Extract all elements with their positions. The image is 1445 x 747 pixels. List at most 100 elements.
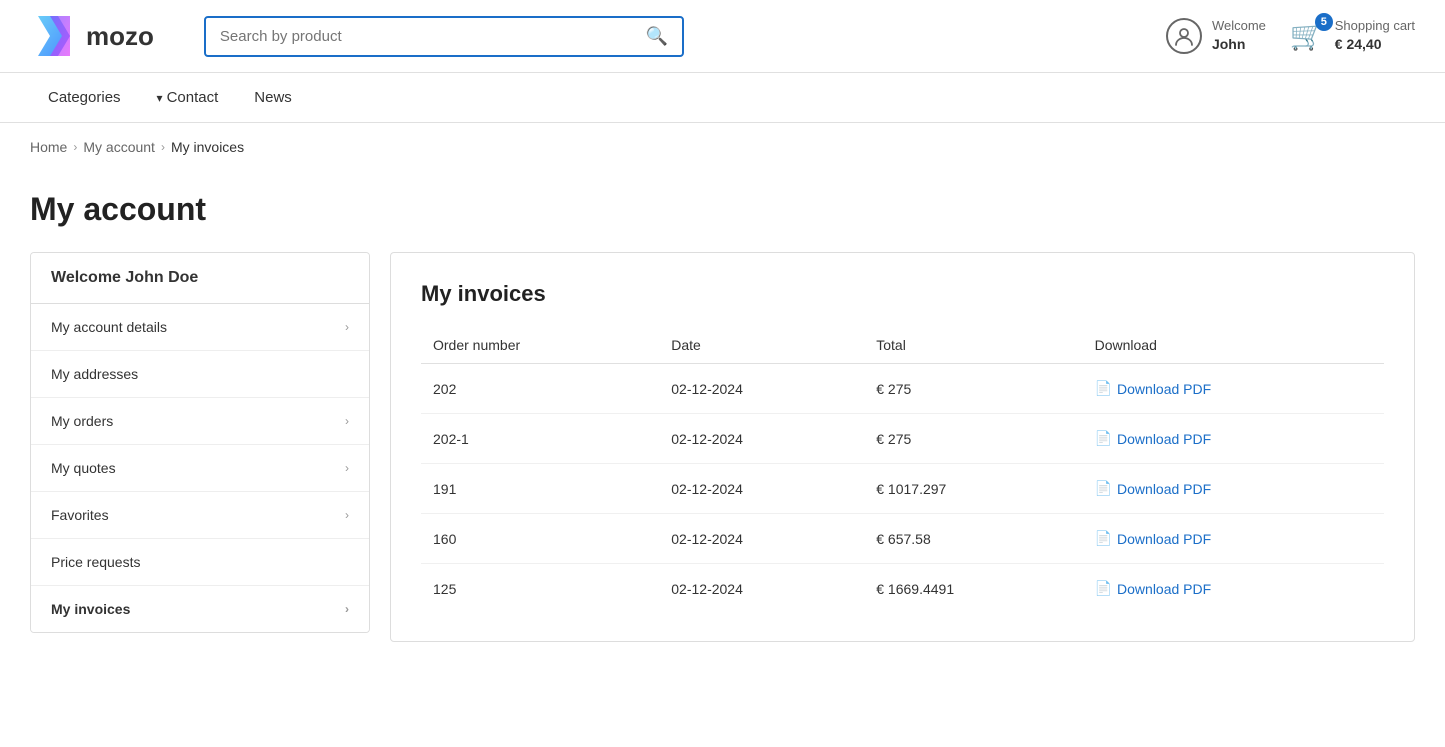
cell-download: 📄 Download PDF <box>1083 364 1384 414</box>
cart-badge: 5 <box>1315 13 1333 31</box>
header-right: Welcome John 🛒 5 Shopping cart € 24,40 <box>1166 18 1415 54</box>
chevron-right-icon: › <box>345 414 349 428</box>
col-date: Date <box>659 327 864 364</box>
cell-download: 📄 Download PDF <box>1083 414 1384 464</box>
cart-label: Shopping cart <box>1335 18 1415 35</box>
chevron-right-icon: › <box>345 508 349 522</box>
cell-download: 📄 Download PDF <box>1083 564 1384 614</box>
cell-order-number: 160 <box>421 514 659 564</box>
nav-item-contact[interactable]: ▾ Contact <box>139 73 237 122</box>
nav-item-news[interactable]: News <box>236 73 310 122</box>
cell-order-number: 202-1 <box>421 414 659 464</box>
cart-area[interactable]: 🛒 5 Shopping cart € 24,40 <box>1290 18 1415 53</box>
sidebar-item-quotes[interactable]: My quotes › <box>31 445 369 492</box>
nav-categories-label: Categories <box>48 89 121 106</box>
download-label: Download PDF <box>1117 481 1211 497</box>
chevron-right-icon: › <box>345 320 349 334</box>
sidebar-item-orders[interactable]: My orders › <box>31 398 369 445</box>
chevron-right-icon: › <box>345 461 349 475</box>
col-total: Total <box>864 327 1082 364</box>
breadcrumb-sep-2: › <box>161 140 165 154</box>
sidebar-item-label: My addresses <box>51 366 138 382</box>
user-text: Welcome John <box>1212 18 1266 53</box>
breadcrumb-sep-1: › <box>73 140 77 154</box>
cell-date: 02-12-2024 <box>659 364 864 414</box>
cart-icon-wrap: 🛒 5 <box>1290 19 1325 52</box>
breadcrumb-home[interactable]: Home <box>30 139 67 155</box>
cell-date: 02-12-2024 <box>659 564 864 614</box>
breadcrumb-current: My invoices <box>171 139 244 155</box>
cell-order-number: 191 <box>421 464 659 514</box>
page-title: My account <box>30 191 1415 228</box>
table-row: 125 02-12-2024 € 1669.4491 📄 Download PD… <box>421 564 1384 614</box>
sidebar-item-label: My account details <box>51 319 167 335</box>
user-area[interactable]: Welcome John <box>1166 18 1266 54</box>
search-area: 🔍 <box>204 16 684 57</box>
sidebar-item-addresses[interactable]: My addresses <box>31 351 369 398</box>
cell-total: € 275 <box>864 364 1082 414</box>
breadcrumb: Home › My account › My invoices <box>0 123 1445 171</box>
pdf-icon: 📄 <box>1095 430 1112 447</box>
cell-date: 02-12-2024 <box>659 464 864 514</box>
cell-date: 02-12-2024 <box>659 414 864 464</box>
header: mozo 🔍 Welcome John 🛒 5 <box>0 0 1445 73</box>
download-label: Download PDF <box>1117 381 1211 397</box>
user-icon <box>1166 18 1202 54</box>
table-row: 202 02-12-2024 € 275 📄 Download PDF <box>421 364 1384 414</box>
pdf-icon: 📄 <box>1095 380 1112 397</box>
cell-download: 📄 Download PDF <box>1083 464 1384 514</box>
cell-total: € 1017.297 <box>864 464 1082 514</box>
nav: Categories ▾ Contact News <box>0 73 1445 123</box>
pdf-icon: 📄 <box>1095 480 1112 497</box>
cell-total: € 657.58 <box>864 514 1082 564</box>
search-icon[interactable]: 🔍 <box>645 26 667 47</box>
cell-total: € 1669.4491 <box>864 564 1082 614</box>
sidebar-item-label: My orders <box>51 413 113 429</box>
sidebar-item-label: My invoices <box>51 601 130 617</box>
invoices-table: Order number Date Total Download 202 02-… <box>421 327 1384 613</box>
sidebar-item-price-requests[interactable]: Price requests <box>31 539 369 586</box>
nav-contact-label: Contact <box>167 89 219 106</box>
sidebar-item-account-details[interactable]: My account details › <box>31 304 369 351</box>
sidebar-item-label: Favorites <box>51 507 109 523</box>
cell-total: € 275 <box>864 414 1082 464</box>
cart-text: Shopping cart € 24,40 <box>1335 18 1415 53</box>
cart-price: € 24,40 <box>1335 35 1415 53</box>
cell-order-number: 125 <box>421 564 659 614</box>
download-pdf-link[interactable]: 📄 Download PDF <box>1095 380 1372 397</box>
layout: Welcome John Doe My account details › My… <box>30 252 1415 642</box>
download-pdf-link[interactable]: 📄 Download PDF <box>1095 580 1372 597</box>
invoices-panel: My invoices Order number Date Total Down… <box>390 252 1415 642</box>
search-box: 🔍 <box>204 16 684 57</box>
download-label: Download PDF <box>1117 581 1211 597</box>
logo-icon <box>30 12 78 60</box>
sidebar-item-invoices[interactable]: My invoices › <box>31 586 369 632</box>
logo[interactable]: mozo <box>30 12 154 60</box>
chevron-right-icon: › <box>345 602 349 616</box>
download-label: Download PDF <box>1117 531 1211 547</box>
table-row: 202-1 02-12-2024 € 275 📄 Download PDF <box>421 414 1384 464</box>
user-welcome: Welcome <box>1212 18 1266 35</box>
pdf-icon: 📄 <box>1095 580 1112 597</box>
chevron-down-icon: ▾ <box>157 91 163 105</box>
main-content: My account Welcome John Doe My account d… <box>0 171 1445 682</box>
nav-item-categories[interactable]: Categories <box>30 73 139 122</box>
sidebar-header: Welcome John Doe <box>31 253 369 304</box>
download-pdf-link[interactable]: 📄 Download PDF <box>1095 530 1372 547</box>
breadcrumb-account[interactable]: My account <box>83 139 155 155</box>
cell-download: 📄 Download PDF <box>1083 514 1384 564</box>
user-name: John <box>1212 35 1266 53</box>
sidebar-item-favorites[interactable]: Favorites › <box>31 492 369 539</box>
download-pdf-link[interactable]: 📄 Download PDF <box>1095 430 1372 447</box>
cell-order-number: 202 <box>421 364 659 414</box>
sidebar-item-label: Price requests <box>51 554 140 570</box>
logo-text: mozo <box>86 21 154 52</box>
nav-news-label: News <box>254 89 292 106</box>
sidebar-item-label: My quotes <box>51 460 116 476</box>
cell-date: 02-12-2024 <box>659 514 864 564</box>
table-row: 160 02-12-2024 € 657.58 📄 Download PDF <box>421 514 1384 564</box>
col-order-number: Order number <box>421 327 659 364</box>
pdf-icon: 📄 <box>1095 530 1112 547</box>
search-input[interactable] <box>220 28 646 45</box>
download-pdf-link[interactable]: 📄 Download PDF <box>1095 480 1372 497</box>
